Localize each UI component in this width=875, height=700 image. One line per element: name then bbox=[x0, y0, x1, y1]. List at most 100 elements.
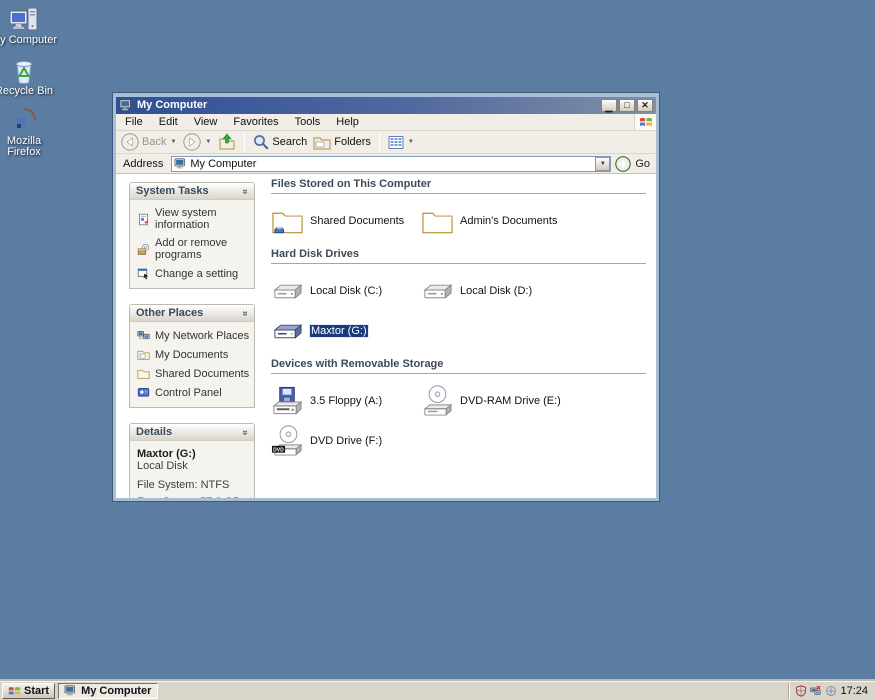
toolbar-separator bbox=[244, 132, 246, 152]
task-label: View system information bbox=[155, 207, 217, 231]
task-view-system-information[interactable]: View system information bbox=[137, 207, 250, 231]
network-disconnected-icon[interactable] bbox=[810, 685, 822, 697]
status-icon[interactable] bbox=[825, 685, 837, 697]
minimize-button[interactable]: ▁ bbox=[601, 98, 617, 112]
task-label: My Computer bbox=[81, 685, 152, 697]
item-local-disk-d[interactable]: Local Disk (D:) bbox=[421, 273, 646, 309]
back-icon bbox=[121, 133, 139, 151]
maximize-icon: □ bbox=[624, 99, 630, 110]
menu-tools[interactable]: Tools bbox=[287, 114, 329, 130]
system-tasks-panel: System Tasks » View system information A… bbox=[129, 182, 255, 289]
forward-icon bbox=[183, 133, 201, 151]
link-control-panel[interactable]: Control Panel bbox=[137, 386, 250, 399]
chevron-up-icon[interactable]: » bbox=[240, 429, 251, 435]
desktop-icon-label: Mozilla Firefox bbox=[6, 135, 42, 158]
item-maxtor-g-selected[interactable]: Maxtor (G:) bbox=[271, 313, 421, 349]
maximize-button[interactable]: □ bbox=[619, 98, 635, 112]
panel-title: Details bbox=[136, 426, 173, 438]
search-button[interactable]: Search bbox=[251, 133, 309, 151]
window-controls: ▁ □ ✕ bbox=[601, 98, 653, 112]
menu-view[interactable]: View bbox=[186, 114, 226, 130]
desktop-icon-label: Recycle Bin bbox=[0, 85, 54, 97]
desktop-icon-recycle-bin[interactable]: Recycle Bin bbox=[0, 56, 58, 97]
go-label: Go bbox=[635, 157, 650, 170]
link-label: My Network Places bbox=[155, 329, 250, 342]
details-drive-type: Local Disk bbox=[137, 460, 188, 472]
item-dvd-ram-e[interactable]: DVD-RAM Drive (E:) bbox=[421, 383, 646, 419]
menu-file[interactable]: File bbox=[117, 114, 151, 130]
security-shield-icon[interactable] bbox=[795, 685, 807, 697]
details-panel: Details » Maxtor (G:) Local Disk File Sy… bbox=[129, 423, 255, 498]
up-folder-icon bbox=[218, 133, 236, 151]
panel-title: Other Places bbox=[136, 307, 204, 319]
item-label: Local Disk (D:) bbox=[460, 285, 533, 297]
other-places-header[interactable]: Other Places » bbox=[130, 305, 254, 322]
taskbar: Start My Computer 17:24 bbox=[0, 681, 875, 700]
desktop-icon-firefox[interactable]: Mozilla Firefox bbox=[0, 106, 58, 158]
item-shared-documents[interactable]: Shared Documents bbox=[271, 203, 421, 239]
chevron-down-icon: ▼ bbox=[599, 160, 606, 167]
item-label: Shared Documents bbox=[310, 215, 405, 227]
item-floppy-a[interactable]: 3.5 Floppy (A:) bbox=[271, 383, 421, 419]
folders-icon bbox=[313, 134, 331, 150]
views-dropdown-icon[interactable]: ▼ bbox=[408, 139, 414, 145]
start-label: Start bbox=[24, 685, 50, 697]
back-dropdown-icon[interactable]: ▼ bbox=[170, 139, 176, 145]
details-drive-name: Maxtor (G:) bbox=[137, 448, 196, 460]
taskbar-task-my-computer[interactable]: My Computer bbox=[58, 683, 159, 699]
minimize-icon: ▁ bbox=[605, 102, 613, 112]
hard-drive-icon bbox=[271, 279, 304, 303]
link-my-documents[interactable]: My Documents bbox=[137, 348, 250, 361]
views-button[interactable]: ▼ bbox=[386, 134, 417, 151]
up-button[interactable] bbox=[216, 132, 238, 152]
close-button[interactable]: ✕ bbox=[637, 98, 653, 112]
task-add-remove-programs[interactable]: Add or remove programs bbox=[137, 237, 250, 261]
views-icon bbox=[388, 135, 404, 150]
recycle-bin-icon bbox=[9, 56, 39, 84]
system-information-icon bbox=[137, 213, 150, 226]
task-change-a-setting[interactable]: Change a setting bbox=[137, 267, 250, 280]
toolbar-separator bbox=[378, 132, 380, 152]
forward-dropdown-icon[interactable]: ▼ bbox=[205, 139, 211, 145]
chevron-up-icon[interactable]: » bbox=[240, 310, 251, 316]
panel-title: System Tasks bbox=[136, 185, 209, 197]
system-tray: 17:24 bbox=[788, 683, 873, 699]
menu-favorites[interactable]: Favorites bbox=[225, 114, 286, 130]
my-computer-icon bbox=[119, 99, 133, 112]
back-button[interactable]: Back ▼ bbox=[119, 132, 179, 152]
section-title: Devices with Removable Storage bbox=[271, 358, 646, 374]
item-local-disk-c[interactable]: Local Disk (C:) bbox=[271, 273, 421, 309]
item-label: 3.5 Floppy (A:) bbox=[310, 395, 383, 407]
change-setting-icon bbox=[137, 267, 150, 280]
window-titlebar[interactable]: My Computer ▁ □ ✕ bbox=[116, 96, 656, 114]
chevron-up-icon[interactable]: » bbox=[240, 188, 251, 194]
desktop-icon-my-computer[interactable]: My Computer bbox=[0, 5, 58, 46]
link-label: My Documents bbox=[155, 348, 229, 361]
forward-button[interactable]: ▼ bbox=[181, 132, 214, 152]
menu-help[interactable]: Help bbox=[328, 114, 367, 130]
hard-drive-icon bbox=[421, 279, 454, 303]
address-value: My Computer bbox=[190, 157, 257, 170]
item-label-selected: Maxtor (G:) bbox=[309, 324, 369, 338]
item-dvd-f[interactable]: DVD Drive (F:) bbox=[271, 423, 421, 459]
item-label: Admin's Documents bbox=[460, 215, 558, 227]
link-my-network-places[interactable]: My Network Places bbox=[137, 329, 250, 342]
details-file-system: File System: NTFS bbox=[137, 479, 230, 491]
item-admins-documents[interactable]: Admin's Documents bbox=[421, 203, 646, 239]
go-button[interactable] bbox=[615, 156, 631, 172]
folders-button[interactable]: Folders bbox=[311, 133, 373, 151]
address-bar: Address My Computer ▼ Go bbox=[116, 154, 656, 174]
desktop-icon-label: My Computer bbox=[0, 34, 58, 46]
link-shared-documents[interactable]: Shared Documents bbox=[137, 367, 250, 380]
address-input[interactable]: My Computer ▼ bbox=[171, 155, 612, 172]
address-dropdown-button[interactable]: ▼ bbox=[595, 156, 611, 171]
section-title: Files Stored on This Computer bbox=[271, 178, 646, 194]
details-header[interactable]: Details » bbox=[130, 424, 254, 441]
start-button[interactable]: Start bbox=[2, 683, 56, 699]
system-tasks-header[interactable]: System Tasks » bbox=[130, 183, 254, 200]
network-places-icon bbox=[137, 329, 150, 342]
window-title: My Computer bbox=[137, 99, 208, 111]
item-label: DVD Drive (F:) bbox=[310, 435, 383, 447]
section-title: Hard Disk Drives bbox=[271, 248, 646, 264]
menu-edit[interactable]: Edit bbox=[151, 114, 186, 130]
